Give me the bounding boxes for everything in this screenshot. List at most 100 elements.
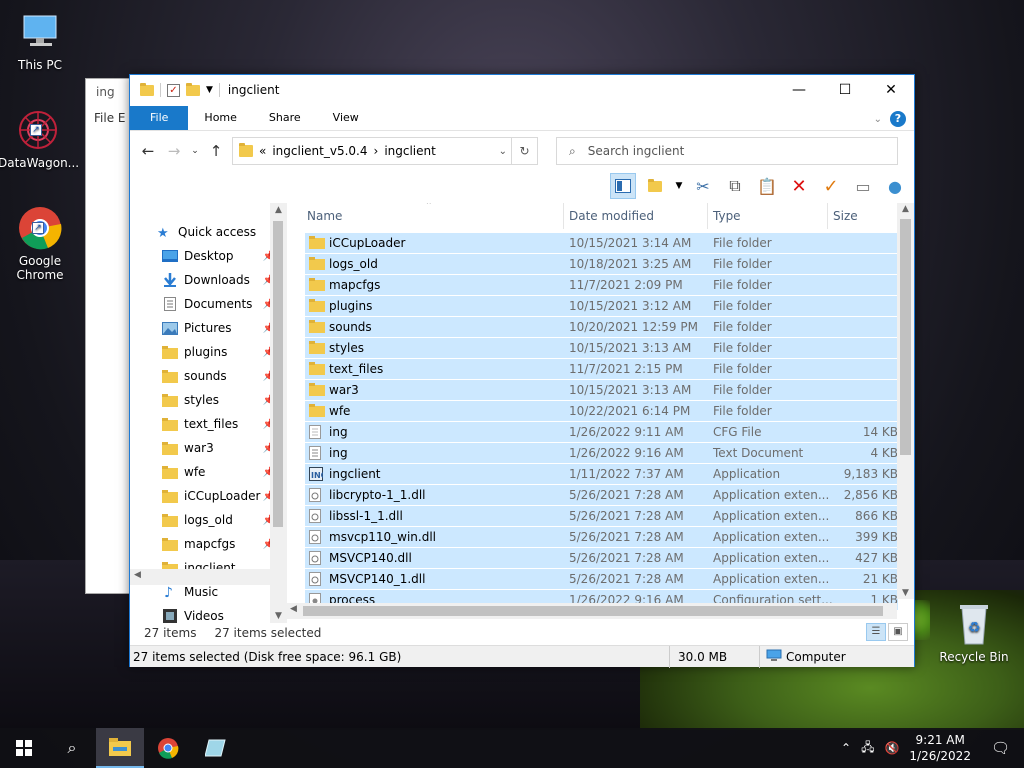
sidebar-item-mapcfgs[interactable]: mapcfgs 📌 <box>130 532 287 556</box>
file-list-scrollbar[interactable]: ▲ ▼ <box>897 203 914 599</box>
scroll-down-icon[interactable]: ▼ <box>270 611 287 621</box>
close-button[interactable]: ✕ <box>868 75 914 105</box>
sidebar-item-sounds[interactable]: sounds 📌 <box>130 364 287 388</box>
copy-icon[interactable]: ⧉ <box>722 173 748 199</box>
divider[interactable] <box>707 203 708 229</box>
scrollbar-thumb[interactable] <box>273 221 283 527</box>
divider[interactable] <box>563 203 564 229</box>
chevron-down-icon[interactable]: ▼ <box>674 173 684 199</box>
table-row[interactable]: wfe 10/22/2021 6:14 PM File folder <box>305 401 898 422</box>
desktop-icon-chrome[interactable]: ↗ Google Chrome <box>0 206 82 282</box>
nav-hscrollbar[interactable]: ◀ <box>130 569 270 585</box>
table-row[interactable]: ING ingclient 1/11/2022 7:37 AM Application… <box>305 464 898 485</box>
table-row[interactable]: ing 1/26/2022 9:11 AM CFG File 14 KB <box>305 422 898 443</box>
sidebar-item-downloads[interactable]: Downloads 📌 <box>130 268 287 292</box>
properties-icon[interactable]: ✓ <box>167 83 180 97</box>
table-row[interactable]: logs_old 10/18/2021 3:25 AM File folder <box>305 254 898 275</box>
sidebar-item-iccuploader[interactable]: iCCupLoader 📌 <box>130 484 287 508</box>
new-item-icon[interactable] <box>642 173 668 199</box>
rename-icon[interactable]: ▭ <box>850 173 876 199</box>
table-row[interactable]: libssl-1_1.dll 5/26/2021 7:28 AM Applicati… <box>305 506 898 527</box>
refresh-icon[interactable]: ↻ <box>511 138 537 164</box>
clock[interactable]: 9:21 AM 1/26/2022 <box>909 732 971 764</box>
recent-locations-icon[interactable]: ⌄ <box>190 146 200 156</box>
tab-home[interactable]: Home <box>188 106 252 130</box>
desktop-icon-datawagon[interactable]: ↗ DataWagon... <box>0 108 79 170</box>
notification-icon[interactable]: 🗨 <box>991 739 1010 757</box>
search-input[interactable]: ⌕ Search ingclient <box>556 137 898 165</box>
large-icons-view-icon[interactable]: ▣ <box>888 623 908 641</box>
table-row[interactable]: sounds 10/20/2021 12:59 PM File folder <box>305 317 898 338</box>
table-row[interactable]: libcrypto-1_1.dll 5/26/2021 7:28 AM Applic… <box>305 485 898 506</box>
column-type[interactable]: Type <box>713 209 741 223</box>
up-arrow-icon[interactable]: ↑ <box>206 142 226 160</box>
address-bar[interactable]: « ingclient_v5.0.4 › ingclient ⌄ ↻ <box>232 137 538 165</box>
column-size[interactable]: Size <box>833 209 858 223</box>
table-row[interactable]: MSVCP140_1.dll 5/26/2021 7:28 AM Applicati… <box>305 569 898 590</box>
tab-share[interactable]: Share <box>253 106 317 130</box>
forward-arrow-icon[interactable]: → <box>164 142 184 160</box>
nav-scrollbar[interactable]: ▲ ▼ <box>270 203 287 623</box>
scroll-left-icon[interactable]: ◀ <box>134 570 141 580</box>
cut-icon[interactable]: ✂ <box>690 173 716 199</box>
column-name[interactable]: Name <box>307 209 342 223</box>
table-row[interactable]: ing 1/26/2022 9:16 AM Text Document 4 KB <box>305 443 898 464</box>
scroll-down-icon[interactable]: ▼ <box>897 588 914 598</box>
breadcrumb-item[interactable]: ingclient_v5.0.4 <box>272 144 367 158</box>
preview-pane-icon[interactable] <box>610 173 636 199</box>
start-button[interactable] <box>0 728 48 768</box>
tab-file[interactable]: File <box>130 106 189 130</box>
chevron-down-icon[interactable]: ⌄ <box>499 146 507 157</box>
taskbar-app[interactable] <box>192 728 240 768</box>
scroll-left-icon[interactable]: ◀ <box>290 604 297 614</box>
column-date[interactable]: Date modified <box>569 209 654 223</box>
chevron-up-icon[interactable]: ⌃ <box>841 741 851 755</box>
table-row[interactable]: mapcfgs 11/7/2021 2:09 PM File folder <box>305 275 898 296</box>
sidebar-item-plugins[interactable]: plugins 📌 <box>130 340 287 364</box>
sidebar-item-videos[interactable]: Videos <box>130 604 287 623</box>
sidebar-item-war3[interactable]: war3 📌 <box>130 436 287 460</box>
breadcrumb-overflow[interactable]: « <box>259 144 266 158</box>
table-row[interactable]: iCCupLoader 10/15/2021 3:14 AM File folder <box>305 233 898 254</box>
desktop-icon-this-pc[interactable]: This PC <box>0 10 80 72</box>
back-arrow-icon[interactable]: ← <box>138 142 158 160</box>
title-bar[interactable]: ✓ ▼ ingclient — ☐ ✕ <box>130 75 914 105</box>
details-view-icon[interactable]: ☰ <box>866 623 886 641</box>
table-row[interactable]: war3 10/15/2021 3:13 AM File folder <box>305 380 898 401</box>
table-row[interactable]: plugins 10/15/2021 3:12 AM File folder <box>305 296 898 317</box>
taskbar-file-explorer[interactable] <box>96 728 144 768</box>
desktop-icon-recycle-bin[interactable]: ♻ Recycle Bin <box>934 602 1014 664</box>
table-row[interactable]: MSVCP140.dll 5/26/2021 7:28 AM Application… <box>305 548 898 569</box>
volume-muted-icon[interactable]: 🔇 <box>884 741 899 755</box>
select-all-icon[interactable]: ✓ <box>818 173 844 199</box>
expand-ribbon-icon[interactable]: ⌄ <box>874 114 882 125</box>
table-row[interactable]: text_files 11/7/2021 2:15 PM File folder <box>305 359 898 380</box>
network-icon[interactable]: 🖧 <box>861 738 874 759</box>
properties-icon[interactable]: ● <box>882 173 908 199</box>
sidebar-item-styles[interactable]: styles 📌 <box>130 388 287 412</box>
taskbar-chrome[interactable] <box>144 728 192 768</box>
sidebar-item-quick-access[interactable]: ★ Quick access <box>130 220 287 244</box>
help-button[interactable]: ? <box>890 111 906 127</box>
sidebar-item-desktop[interactable]: Desktop 📌 <box>130 244 287 268</box>
table-row[interactable]: msvcp110_win.dll 5/26/2021 7:28 AM Applica… <box>305 527 898 548</box>
table-row[interactable]: styles 10/15/2021 3:13 AM File folder <box>305 338 898 359</box>
sidebar-item-text-files[interactable]: text_files 📌 <box>130 412 287 436</box>
new-folder-icon[interactable] <box>186 82 200 96</box>
divider[interactable] <box>827 203 828 229</box>
sidebar-item-documents[interactable]: Documents 📌 <box>130 292 287 316</box>
file-list-hscrollbar[interactable]: ◀ <box>287 603 897 619</box>
minimize-button[interactable]: — <box>776 75 822 105</box>
scrollbar-thumb[interactable] <box>900 219 911 455</box>
breadcrumb-separator[interactable]: › <box>374 144 379 158</box>
customize-dropdown-icon[interactable]: ▼ <box>206 85 213 95</box>
sidebar-item-pictures[interactable]: Pictures 📌 <box>130 316 287 340</box>
breadcrumb-item[interactable]: ingclient <box>384 144 436 158</box>
paste-icon[interactable]: 📋 <box>754 173 780 199</box>
search-icon[interactable]: ⌕ <box>48 728 96 768</box>
tab-view[interactable]: View <box>317 106 375 130</box>
sidebar-item-wfe[interactable]: wfe 📌 <box>130 460 287 484</box>
scroll-up-icon[interactable]: ▲ <box>897 204 914 214</box>
delete-icon[interactable]: ✕ <box>786 173 812 199</box>
maximize-button[interactable]: ☐ <box>822 75 868 105</box>
